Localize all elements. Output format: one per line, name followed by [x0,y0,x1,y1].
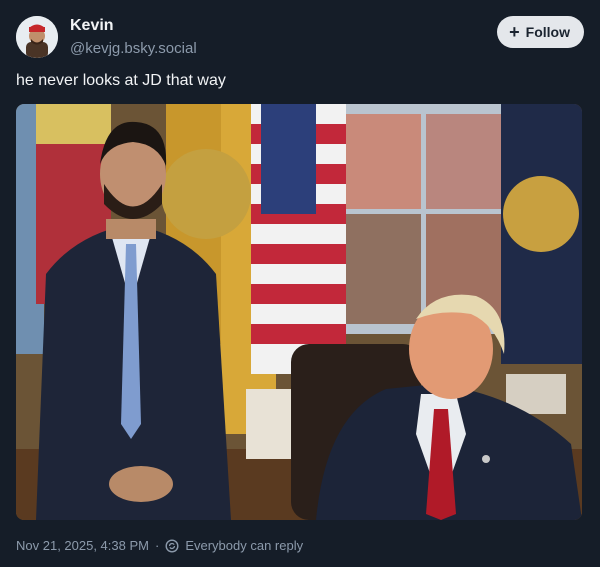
post-meta: Nov 21, 2025, 4:38 PM · Everybody can re… [16,538,303,553]
avatar-image [16,16,58,58]
follow-button-label: Follow [525,24,570,40]
oval-office-photo [16,104,582,520]
reply-settings-icon [165,538,179,553]
post-text: he never looks at JD that way [16,72,226,89]
avatar[interactable] [16,16,58,58]
follow-button[interactable]: + Follow [497,16,584,48]
reply-setting-label[interactable]: Everybody can reply [185,538,303,553]
author-handle[interactable]: @kevjg.bsky.social [70,40,197,57]
post-card: Kevin @kevjg.bsky.social + Follow he nev… [0,0,600,567]
post-image[interactable] [16,104,582,520]
post-timestamp[interactable]: Nov 21, 2025, 4:38 PM [16,538,149,553]
separator: · [154,538,160,553]
author-display-name[interactable]: Kevin [70,17,114,35]
plus-icon: + [509,22,520,42]
